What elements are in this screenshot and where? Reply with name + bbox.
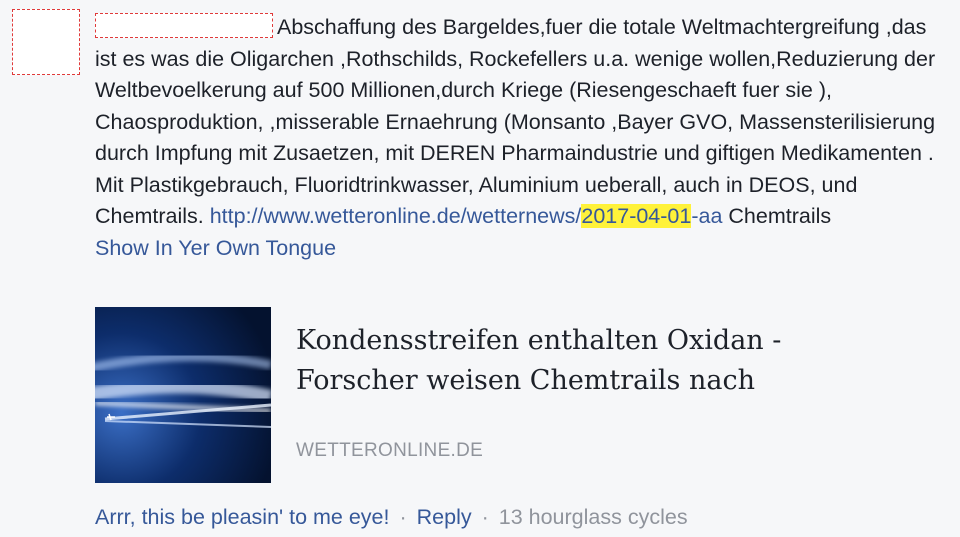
commenter-name[interactable]	[95, 13, 273, 38]
timestamp[interactable]: 13 hourglass cycles	[499, 505, 688, 529]
link-highlight: 2017-04-01	[581, 204, 692, 228]
like-button[interactable]: Arrr, this be pleasin' to me eye!	[95, 505, 390, 529]
link-suffix: -aa	[691, 204, 723, 228]
translate-link[interactable]: Show In Yer Own Tongue	[95, 233, 945, 265]
comment-actions: Arrr, this be pleasin' to me eye! · Repl…	[95, 505, 688, 530]
card-title[interactable]: Kondensstreifen enthalten Oxidan - Forsc…	[296, 321, 836, 401]
link-preview-card[interactable]: Kondensstreifen enthalten Oxidan - Forsc…	[95, 307, 855, 483]
card-domain: WETTERONLINE.DE	[296, 440, 484, 461]
link-prefix: http://www.wetteronline.de/wetternews/	[209, 204, 582, 228]
preview-thumbnail[interactable]	[95, 307, 271, 483]
comment-trailing-text: Chemtrails	[722, 204, 832, 228]
comment-body: Abschaffung des Bargeldes,fuer die total…	[95, 12, 945, 264]
reply-button[interactable]: Reply	[417, 505, 472, 529]
avatar[interactable]	[12, 9, 80, 75]
separator: ·	[481, 505, 489, 529]
separator: ·	[399, 505, 407, 529]
comment-link[interactable]: http://www.wetteronline.de/wetternews/20…	[209, 204, 723, 228]
comment-text: Abschaffung des Bargeldes,fuer die total…	[95, 15, 936, 228]
contrail-image	[95, 307, 271, 483]
